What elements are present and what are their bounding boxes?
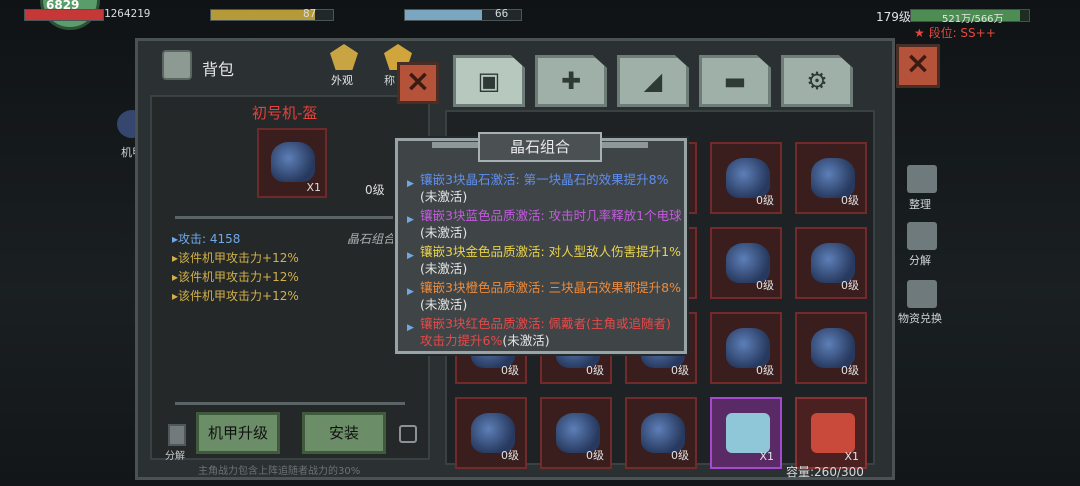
cell-level: 0级 (671, 364, 689, 377)
cell-level: 0级 (586, 364, 604, 377)
combo-effect-text: 镶嵌3块金色品质激活: 对人型敌人伤害提升1%(未激活) (420, 244, 681, 276)
cell-level: 0级 (501, 364, 519, 377)
rank-text: ★ 段位: SS++ (914, 26, 996, 40)
player-level: 179级 (876, 10, 911, 24)
food-value: 87 (303, 7, 317, 20)
footer-hint: 主角战力包含上阵追随者战力的30% (198, 466, 361, 477)
inventory-cell[interactable]: 0级 (795, 227, 867, 299)
inventory-cell[interactable]: 0级 (540, 397, 612, 469)
discard-label[interactable]: 分解 (165, 447, 185, 462)
combo-effect-text: 镶嵌3块晶石激活: 第一块晶石的效果提升8%(未激活) (420, 172, 669, 204)
water-fill (405, 10, 482, 20)
inventory-cell[interactable]: X1 (710, 397, 782, 469)
gun-icon: ▬ (723, 67, 747, 95)
backpack-icon: ▣ (477, 67, 501, 95)
tab-medkit[interactable]: ✚ (535, 55, 607, 107)
bullet-icon: ▶ (407, 215, 414, 225)
item-name: 初号机-盔 (252, 104, 318, 122)
divider (175, 402, 405, 405)
tab-material[interactable]: ⚙ (781, 55, 853, 107)
bullet-icon: ▶ (407, 287, 414, 297)
close-detail-button[interactable]: × (397, 62, 439, 104)
medkit-icon: ✚ (560, 67, 582, 95)
item-slot[interactable]: X1 (257, 128, 327, 198)
crystal-core-icon (726, 413, 770, 453)
inventory-cell[interactable]: 0级 (455, 397, 527, 469)
inventory-cell[interactable]: 0级 (710, 312, 782, 384)
cell-level: 0级 (841, 279, 859, 292)
sort-icon[interactable] (907, 165, 937, 193)
tab-weapon[interactable]: ▬ (699, 55, 771, 107)
crystal-combo-hint[interactable]: 晶石组合 (347, 230, 395, 247)
bullet-icon: ▶ (407, 179, 414, 189)
tab-backpack[interactable]: ▣ (453, 55, 525, 107)
cell-level: 0级 (756, 279, 774, 292)
popup-wing-right (600, 142, 648, 148)
combo-effect-text: 镶嵌3块红色品质激活: 佩戴者(主角或追随者)攻击力提升6%(未激活) (420, 316, 671, 348)
hp-bar (24, 9, 104, 21)
backpack-icon (162, 50, 192, 80)
exchange-icon[interactable] (907, 280, 937, 308)
cell-level: 0级 (841, 194, 859, 207)
sort-label[interactable]: 整理 (909, 196, 931, 212)
inventory-cell[interactable]: 0级 (710, 142, 782, 214)
food-fill (211, 10, 315, 20)
bullet-icon: ▶ (407, 323, 414, 333)
title-label[interactable]: 称 (384, 72, 395, 88)
inventory-cell[interactable]: 0级 (795, 142, 867, 214)
close-panel-button[interactable]: × (896, 44, 940, 88)
inventory-cell[interactable]: X1 (795, 397, 867, 469)
split-icon[interactable] (907, 222, 937, 250)
combo-effect-text: 镶嵌3块蓝色品质激活: 攻击时几率释放1个电球(未激活) (420, 208, 682, 240)
mecha-upgrade-button[interactable]: 机甲升级 (196, 412, 280, 454)
exchange-label[interactable]: 物资兑换 (898, 310, 942, 326)
inventory-cell[interactable]: 0级 (795, 312, 867, 384)
cell-level: 0级 (756, 364, 774, 377)
bonus-stat-1: ▸该件机甲攻击力+12% (172, 251, 299, 265)
helmet-icon (271, 142, 315, 182)
material-icon: ⚙ (806, 67, 828, 95)
split-label[interactable]: 分解 (909, 252, 931, 268)
cell-level: 0级 (501, 449, 519, 462)
device-icon (811, 413, 855, 453)
capacity-text: 容量:260/300 (786, 465, 864, 479)
cell-level: 0级 (671, 449, 689, 462)
lock-icon[interactable] (399, 425, 417, 443)
cell-level: 0级 (756, 194, 774, 207)
tab-food[interactable]: ◢ (617, 55, 689, 107)
combo-effect-text: 镶嵌3块橙色品质激活: 三块晶石效果都提升8%(未激活) (420, 280, 681, 312)
water-value: 66 (495, 7, 509, 20)
popup-wing-left (432, 142, 480, 148)
cell-level: 0级 (841, 364, 859, 377)
inventory-cell[interactable]: 0级 (710, 227, 782, 299)
popup-title: 晶石组合 (478, 132, 602, 162)
bonus-stat-2: ▸该件机甲攻击力+12% (172, 270, 299, 284)
cell-level: 0级 (586, 449, 604, 462)
divider (175, 216, 415, 219)
bonus-stat-3: ▸该件机甲攻击力+12% (172, 289, 299, 303)
food-icon: ◢ (643, 67, 663, 95)
inventory-cell[interactable]: 0级 (625, 397, 697, 469)
bullet-icon: ▶ (407, 251, 414, 261)
cell-count: X1 (844, 450, 859, 463)
exp-text: 521万/566万 (942, 14, 1004, 25)
appearance-label[interactable]: 外观 (331, 72, 353, 88)
cell-count: X1 (759, 450, 774, 463)
bag-title: 背包 (202, 60, 235, 79)
install-button[interactable]: 安装 (302, 412, 386, 454)
hp-value: 1264219 (104, 7, 151, 20)
item-level: 0级 (365, 183, 385, 197)
attack-stat: ▸攻击: 4158 (172, 232, 241, 246)
trash-icon[interactable] (168, 424, 186, 446)
item-count: X1 (306, 181, 321, 194)
